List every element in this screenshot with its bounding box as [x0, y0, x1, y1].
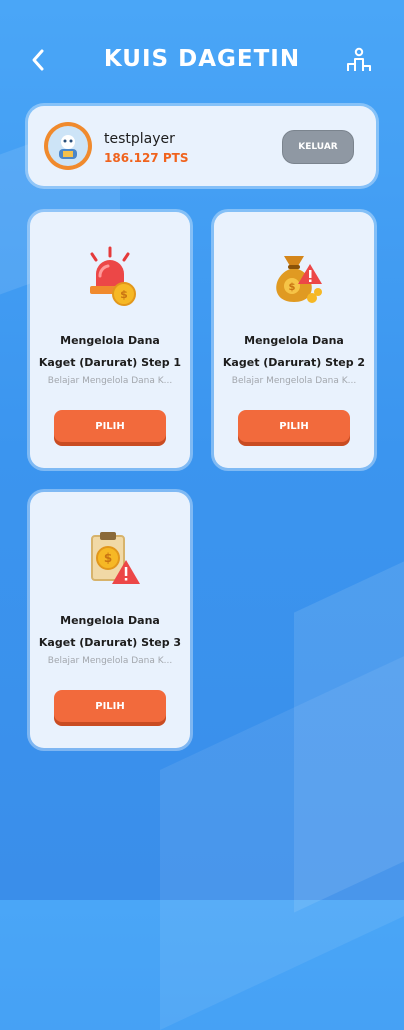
- profile-card: testplayer 186.127 PTS KELUAR: [28, 106, 376, 186]
- quiz-title-line: Mengelola Dana: [60, 614, 160, 627]
- background-shape: [294, 547, 404, 913]
- username: testplayer: [104, 131, 175, 147]
- svg-text:$: $: [120, 288, 128, 301]
- quiz-title-line: Kaget (Darurat) Step 3: [38, 636, 182, 649]
- points-value: 186.127 PTS: [104, 151, 189, 165]
- leaderboard-button[interactable]: [344, 46, 374, 76]
- quiz-card: $ Mengelola Dana Kaget (Darurat) Step 3 …: [30, 492, 190, 748]
- quiz-title: Mengelola Dana Kaget (Darurat) Step 1: [38, 330, 182, 374]
- quiz-description: Belajar Mengelola Dana K...: [47, 656, 173, 666]
- player-avatar-icon: [59, 135, 77, 159]
- svg-text:$: $: [289, 282, 296, 293]
- quiz-card: $ Mengelola Dana Kaget (Darurat) Step 1 …: [30, 212, 190, 468]
- quiz-description: Belajar Mengelola Dana K...: [231, 376, 357, 386]
- svg-text:$: $: [104, 551, 112, 565]
- choose-button[interactable]: PILIH: [54, 690, 166, 722]
- background-shape: [160, 630, 404, 1030]
- quiz-description: Belajar Mengelola Dana K...: [47, 376, 173, 386]
- quiz-card: $ Mengelola Dana Kaget (Darurat) Step 2 …: [214, 212, 374, 468]
- top-bar: KUIS DAGETIN: [0, 36, 404, 84]
- quiz-title-line: Mengelola Dana: [244, 334, 344, 347]
- choose-button[interactable]: PILIH: [238, 410, 350, 442]
- clipboard-coin-warning-icon: $: [91, 532, 140, 584]
- choose-button[interactable]: PILIH: [54, 410, 166, 442]
- avatar: [44, 122, 92, 170]
- logout-button[interactable]: KELUAR: [282, 130, 354, 164]
- quiz-title: Mengelola Dana Kaget (Darurat) Step 2: [222, 330, 366, 374]
- quiz-title-line: Kaget (Darurat) Step 2: [222, 356, 366, 369]
- quiz-title-line: Mengelola Dana: [60, 334, 160, 347]
- leaderboard-icon: [347, 47, 371, 71]
- siren-coin-icon: $: [90, 246, 136, 306]
- quiz-title-line: Kaget (Darurat) Step 1: [38, 356, 182, 369]
- money-bag-warning-icon: $: [276, 256, 322, 303]
- quiz-title: Mengelola Dana Kaget (Darurat) Step 3: [38, 610, 182, 654]
